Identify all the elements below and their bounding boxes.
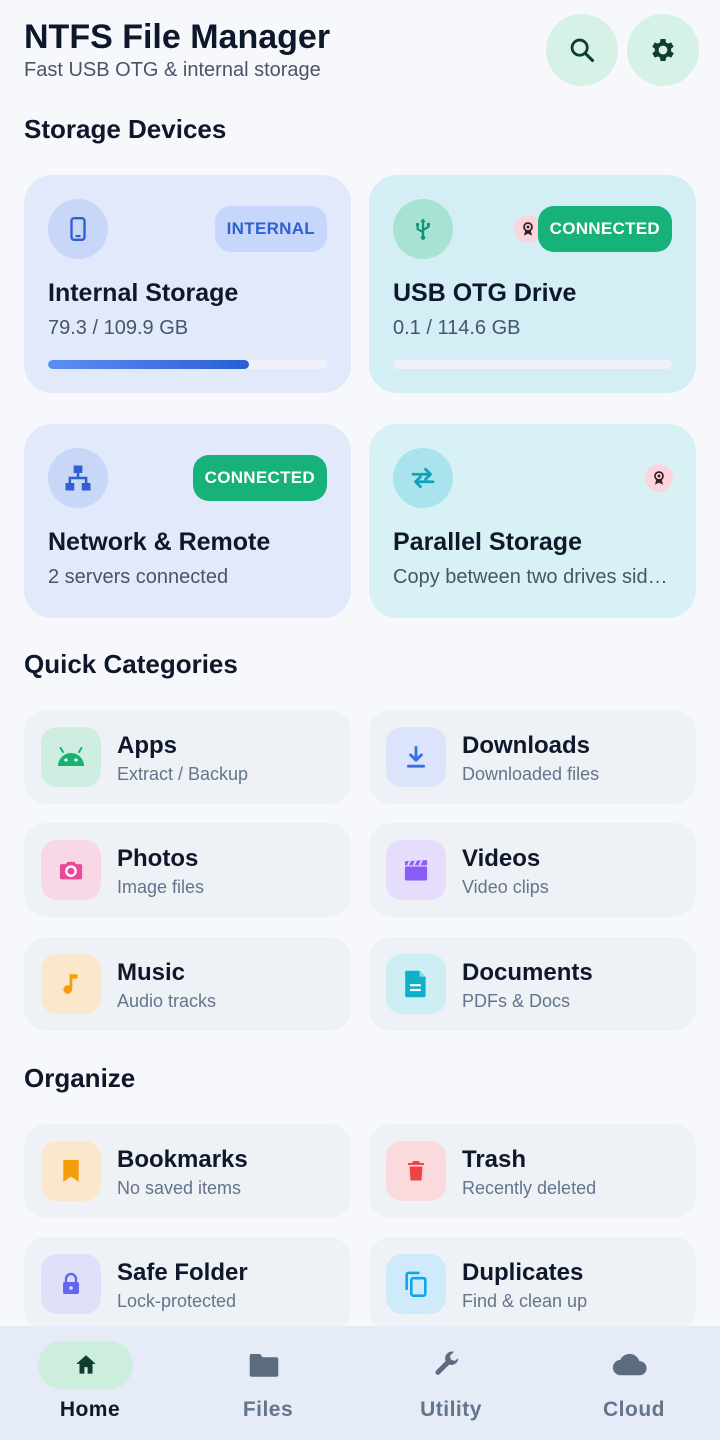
organize-title: Bookmarks: [117, 1146, 248, 1173]
internal-badge: INTERNAL: [214, 206, 327, 252]
nav-label: Home: [59, 1398, 121, 1421]
clapperboard-icon: [386, 840, 446, 900]
storage-progress-fill: [48, 360, 249, 369]
device-usage: 0.1 / 114.6 GB: [393, 317, 521, 339]
category-downloads[interactable]: Downloads Downloaded files: [369, 710, 696, 804]
network-icon: [48, 448, 108, 508]
category-title: Photos: [117, 845, 199, 872]
category-music[interactable]: Music Audio tracks: [24, 937, 351, 1031]
device-card-network[interactable]: CONNECTED Network & Remote 2 servers con…: [24, 424, 351, 618]
document-icon: [386, 954, 446, 1014]
nav-files[interactable]: Files: [178, 1326, 358, 1440]
nav-label: Cloud: [603, 1398, 665, 1421]
nav-label: Files: [242, 1398, 294, 1421]
category-title: Videos: [462, 845, 541, 872]
category-subtitle: Audio tracks: [117, 991, 217, 1011]
category-subtitle: PDFs & Docs: [462, 991, 571, 1011]
nav-home-indicator: [38, 1341, 133, 1389]
copy-icon: [386, 1254, 446, 1314]
bookmark-icon: [41, 1141, 101, 1201]
organize-subtitle: No saved items: [117, 1178, 242, 1198]
bottom-navigation: Home Files Utility Cloud: [0, 1326, 720, 1440]
cloud-icon: [612, 1353, 647, 1376]
connected-badge: CONNECTED: [537, 206, 672, 252]
category-apps[interactable]: Apps Extract / Backup: [24, 710, 351, 804]
nav-utility-indicator: [399, 1341, 494, 1389]
organize-subtitle: Lock-protected: [117, 1291, 237, 1311]
wrench-icon: [435, 1351, 458, 1375]
device-description: Copy between two drives side by side: [393, 566, 673, 588]
device-card-parallel[interactable]: Parallel Storage Copy between two drives…: [369, 424, 696, 618]
connected-badge: CONNECTED: [192, 455, 327, 501]
download-icon: [386, 727, 446, 787]
device-name: Network & Remote: [48, 528, 271, 556]
nav-cloud-indicator: [582, 1341, 677, 1389]
camera-icon: [41, 840, 101, 900]
category-title: Music: [117, 959, 186, 986]
nav-label: Utility: [420, 1398, 482, 1421]
device-name: Internal Storage: [48, 279, 239, 307]
nav-files-indicator: [216, 1341, 311, 1389]
app-title: NTFS File Manager: [24, 18, 331, 56]
category-videos[interactable]: Videos Video clips: [369, 823, 696, 917]
music-note-icon: [41, 954, 101, 1014]
nav-home[interactable]: Home: [0, 1326, 180, 1440]
category-title: Downloads: [462, 732, 591, 759]
device-name: Parallel Storage: [393, 528, 582, 556]
organize-title: Safe Folder: [117, 1259, 248, 1286]
organize-bookmarks[interactable]: Bookmarks No saved items: [24, 1124, 351, 1218]
nav-utility[interactable]: Utility: [361, 1326, 541, 1440]
lock-icon: [41, 1254, 101, 1314]
home-icon: [75, 1355, 96, 1374]
device-card-internal[interactable]: INTERNAL Internal Storage 79.3 / 109.9 G…: [24, 175, 351, 393]
android-icon: [41, 727, 101, 787]
section-storage-devices: Storage Devices: [24, 114, 227, 144]
app-header: NTFS File Manager Fast USB OTG & interna…: [24, 16, 330, 82]
organize-duplicates[interactable]: Duplicates Find & clean up: [369, 1237, 696, 1331]
organize-subtitle: Find & clean up: [462, 1291, 588, 1311]
category-title: Documents: [462, 959, 593, 986]
section-quick-categories: Quick Categories: [24, 649, 238, 679]
nav-cloud[interactable]: Cloud: [544, 1326, 720, 1440]
organize-title: Duplicates: [462, 1259, 584, 1286]
app-subtitle: Fast USB OTG & internal storage: [24, 59, 321, 81]
organize-title: Trash: [462, 1146, 527, 1173]
category-subtitle: Downloaded files: [462, 764, 600, 784]
smartphone-icon: [48, 199, 108, 259]
category-subtitle: Image files: [117, 877, 205, 897]
storage-progress-bar: [48, 360, 327, 369]
trash-icon: [386, 1141, 446, 1201]
device-usage: 79.3 / 109.9 GB: [48, 317, 189, 339]
award-ribbon-icon: [645, 464, 673, 492]
organize-subtitle: Recently deleted: [462, 1178, 597, 1198]
swap-arrows-icon: [393, 448, 453, 508]
category-subtitle: Extract / Backup: [117, 764, 249, 784]
search-icon: [570, 38, 595, 63]
folder-icon: [249, 1353, 278, 1377]
category-subtitle: Video clips: [462, 877, 549, 897]
category-title: Apps: [117, 732, 177, 759]
category-photos[interactable]: Photos Image files: [24, 823, 351, 917]
device-name: USB OTG Drive: [393, 279, 577, 307]
search-button[interactable]: [546, 14, 618, 86]
organize-safe-folder[interactable]: Safe Folder Lock-protected: [24, 1237, 351, 1331]
gear-icon: [652, 39, 674, 61]
storage-progress-bar: [393, 360, 672, 369]
category-documents[interactable]: Documents PDFs & Docs: [369, 937, 696, 1031]
device-card-usb-otg[interactable]: CONNECTED USB OTG Drive 0.1 / 114.6 GB: [369, 175, 696, 393]
organize-trash[interactable]: Trash Recently deleted: [369, 1124, 696, 1218]
settings-button[interactable]: [627, 14, 699, 86]
device-status: 2 servers connected: [48, 566, 229, 588]
section-organize: Organize: [24, 1063, 136, 1093]
usb-icon: [393, 199, 453, 259]
